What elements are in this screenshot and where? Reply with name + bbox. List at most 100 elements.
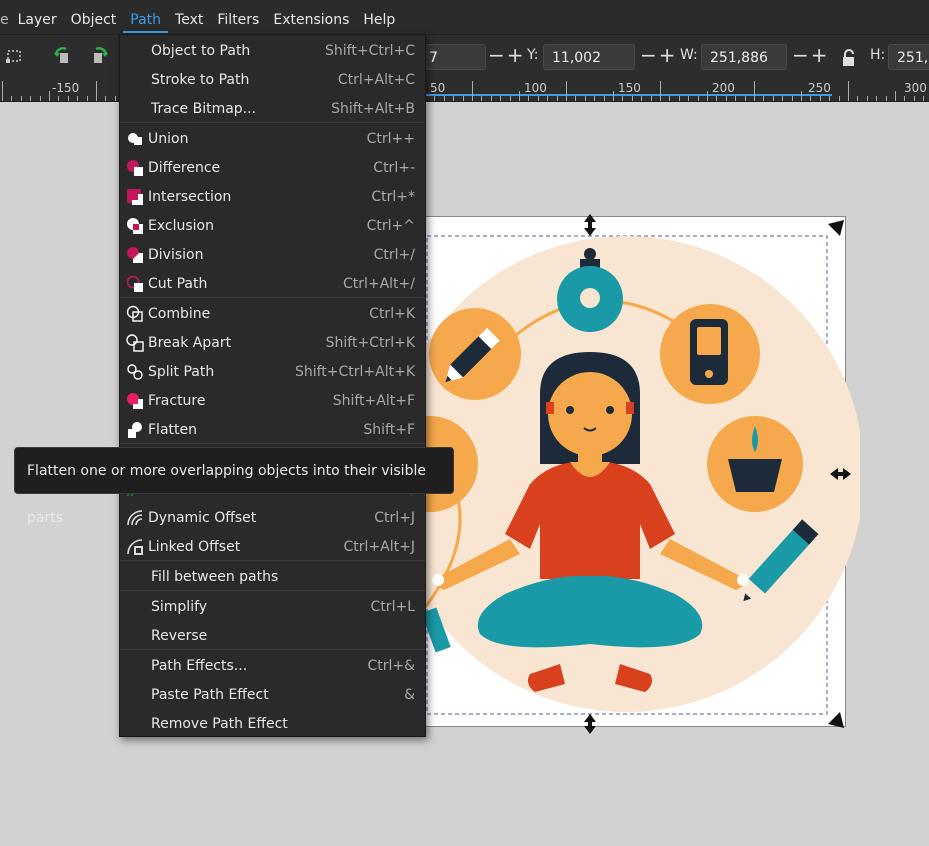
menu-item-remove-path-effect[interactable]: Remove Path Effect: [120, 709, 425, 738]
ruler-label: 300: [904, 81, 927, 95]
menu-item-paste-path-effect[interactable]: Paste Path Effect &: [120, 680, 425, 709]
ruler-tick: [434, 96, 436, 101]
menu-item-label: Division: [148, 246, 204, 263]
flatten-tooltip: Flatten one or more overlapping objects …: [14, 447, 454, 526]
menu-layer[interactable]: Layer: [11, 6, 64, 34]
ruler-tick: [537, 96, 539, 101]
ruler-tick: [754, 81, 755, 101]
menu-item-difference[interactable]: Difference Ctrl+-: [120, 153, 425, 182]
ruler-tick: [528, 96, 530, 101]
ruler-tick: [30, 96, 32, 101]
ruler-tick: [707, 91, 708, 101]
select-all-icon[interactable]: [4, 45, 26, 67]
menu-item-fill-between-paths[interactable]: Fill between paths: [120, 562, 425, 591]
menu-item-object-to-path[interactable]: Object to Path Shift+Ctrl+C: [120, 36, 425, 65]
ruler-tick: [603, 96, 605, 101]
menu-item-shortcut: Shift+Alt+B: [331, 100, 415, 117]
menu-item-stroke-to-path[interactable]: Stroke to Path Ctrl+Alt+C: [120, 65, 425, 94]
exclusion-icon: [127, 217, 143, 234]
menu-text[interactable]: Text: [168, 6, 210, 34]
menu-item-break-apart[interactable]: Break Apart Shift+Ctrl+K: [120, 328, 425, 357]
menu-object[interactable]: Object: [64, 6, 124, 34]
split-path-icon: [127, 363, 143, 380]
menu-item-trace-bitmap[interactable]: Trace Bitmap... Shift+Alt+B: [120, 94, 425, 123]
menu-filters[interactable]: Filters: [210, 6, 266, 34]
ruler-tick: [810, 96, 812, 101]
ruler-tick: [801, 91, 802, 101]
lock-icon[interactable]: [838, 47, 860, 69]
ruler-tick: [49, 91, 50, 101]
x-stepper[interactable]: −+: [488, 43, 526, 67]
rotate-cw-icon[interactable]: [88, 45, 110, 67]
menu-item-label: Fracture: [148, 392, 206, 409]
menu-item-path-effects[interactable]: Path Effects... Ctrl+&: [120, 651, 425, 680]
ruler-tick: [490, 96, 492, 101]
ruler-tick: [481, 96, 483, 101]
menu-item-simplify[interactable]: Simplify Ctrl+L: [120, 592, 425, 621]
ruler-tick: [782, 96, 784, 101]
ruler-tick: [443, 96, 445, 101]
ruler-tick: [67, 96, 69, 101]
menu-item-reverse[interactable]: Reverse: [120, 621, 425, 650]
ruler-tick: [904, 96, 906, 101]
menu-item-linked-offset[interactable]: Linked Offset Ctrl+Alt+J: [120, 532, 425, 561]
menu-edit-partial[interactable]: e: [0, 12, 11, 28]
w-stepper[interactable]: −+: [792, 43, 830, 67]
y-input[interactable]: 11,002: [543, 44, 635, 70]
break-apart-icon: [126, 333, 144, 352]
menu-item-exclusion[interactable]: Exclusion Ctrl+^: [120, 211, 425, 240]
ruler-tick: [688, 96, 690, 101]
y-stepper[interactable]: −+: [640, 43, 678, 67]
menu-item-label: Fill between paths: [151, 568, 279, 585]
difference-icon: [127, 159, 143, 176]
ruler-tick: [848, 81, 849, 101]
menu-item-combine[interactable]: Combine Ctrl+K: [120, 299, 425, 328]
ruler-tick: [594, 96, 596, 101]
ruler-label: -150: [52, 81, 80, 95]
ruler-tick: [39, 96, 41, 101]
menu-item-label: Split Path: [148, 363, 215, 380]
ruler-tick: [735, 96, 737, 101]
ruler-tick: [923, 96, 925, 101]
menu-item-flatten[interactable]: Flatten Shift+F: [120, 415, 425, 444]
ruler-tick: [575, 96, 577, 101]
menu-item-label: Break Apart: [148, 334, 232, 351]
menu-item-shortcut: Ctrl+-: [373, 159, 415, 176]
menu-path[interactable]: Path: [123, 7, 169, 33]
ruler-tick: [641, 96, 643, 101]
menu-item-shortcut: Shift+F: [363, 421, 415, 438]
menu-item-label: Intersection: [148, 188, 232, 205]
menu-extensions[interactable]: Extensions: [266, 6, 356, 34]
ruler-tick: [913, 96, 915, 101]
ruler-tick: [697, 96, 699, 101]
menu-item-shortcut: Shift+Alt+F: [332, 392, 415, 409]
ruler-tick: [725, 96, 727, 101]
combine-icon: [126, 305, 143, 322]
menu-item-cut-path[interactable]: Cut Path Ctrl+Alt+/: [120, 269, 425, 298]
ruler-tick: [96, 81, 97, 101]
h-input[interactable]: 251,8: [888, 44, 929, 70]
ruler-label: 200: [712, 81, 735, 95]
w-label: W:: [680, 47, 698, 63]
meditation-illustration[interactable]: [400, 214, 860, 734]
menu-item-label: Exclusion: [148, 217, 214, 234]
y-label: Y:: [527, 47, 539, 63]
ruler-tick: [86, 96, 88, 101]
menu-item-shortcut: Ctrl+Alt+/: [342, 275, 415, 292]
x-input[interactable]: 7: [420, 44, 486, 70]
candle-icon: [728, 459, 782, 492]
menu-item-fracture[interactable]: Fracture Shift+Alt+F: [120, 386, 425, 415]
fracture-icon: [127, 392, 143, 409]
rotate-ccw-icon[interactable]: [52, 45, 74, 67]
menu-item-dynamic-offset[interactable]: Dynamic Offset Ctrl+J: [120, 503, 425, 532]
menu-help[interactable]: Help: [356, 6, 402, 34]
menu-item-shortcut: &: [404, 686, 415, 703]
menu-item-division[interactable]: Division Ctrl+/: [120, 240, 425, 269]
menu-item-label: Simplify: [151, 598, 208, 615]
menu-item-union[interactable]: Union Ctrl++: [120, 124, 425, 153]
ruler-label: 250: [808, 81, 831, 95]
ruler-tick: [876, 96, 878, 101]
menu-item-split-path[interactable]: Split Path Shift+Ctrl+Alt+K: [120, 357, 425, 386]
w-input[interactable]: 251,886: [701, 44, 787, 70]
menu-item-intersection[interactable]: Intersection Ctrl+*: [120, 182, 425, 211]
